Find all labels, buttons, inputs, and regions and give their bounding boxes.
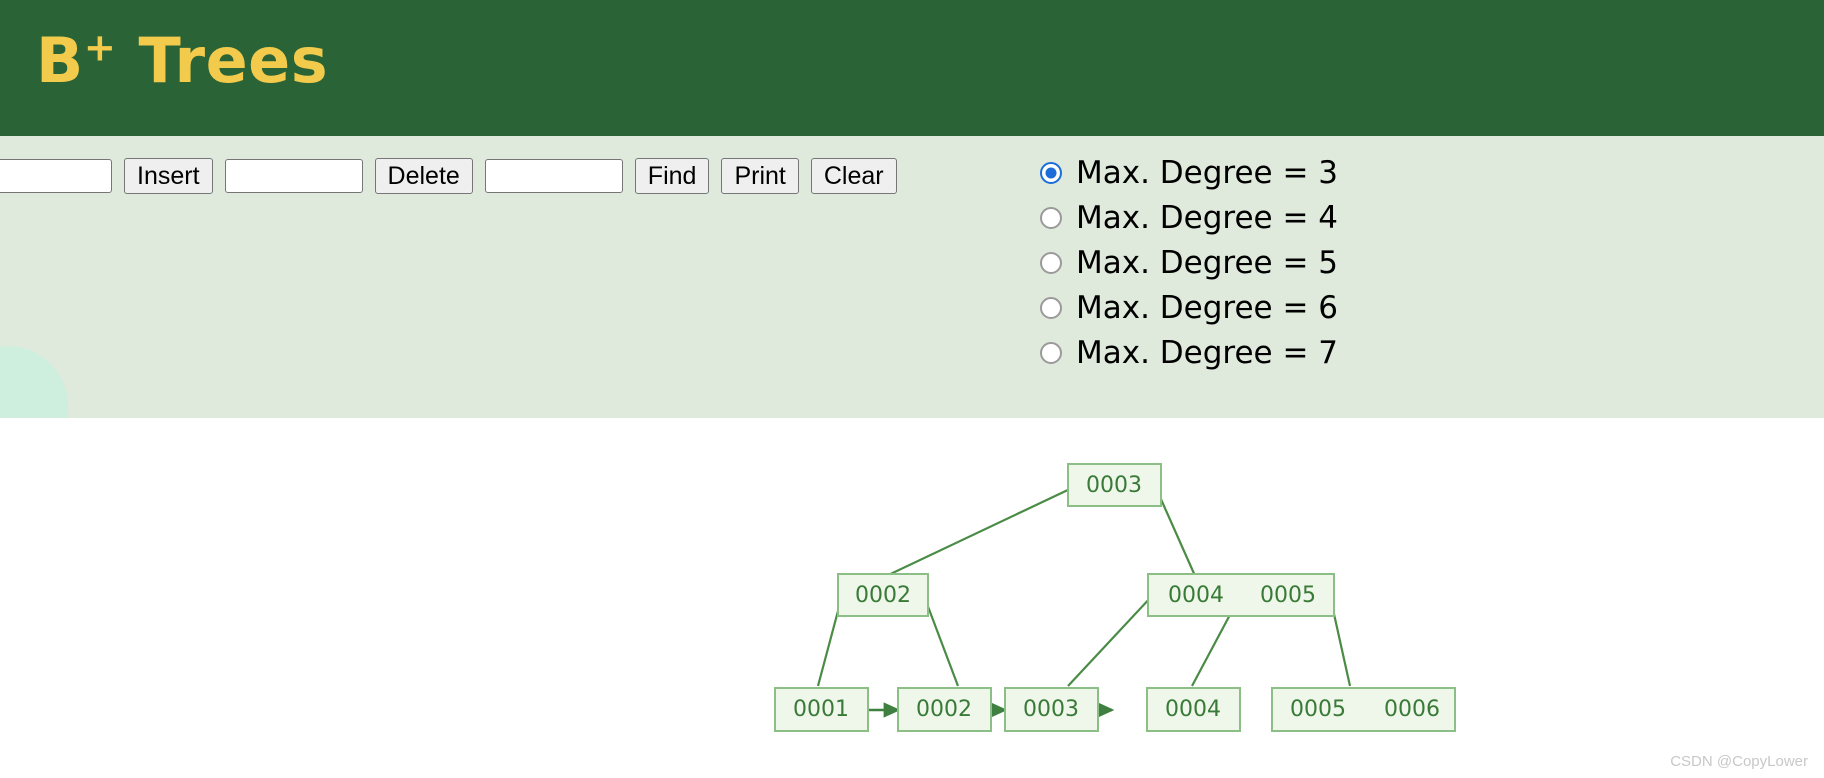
radio-label: Max. Degree = 4 [1076,200,1338,236]
tree-node-internal-left[interactable]: 0002 [838,574,928,616]
tree-leaf-0003[interactable]: 0003 [1005,688,1098,731]
page-header: B+ Trees [0,0,1824,136]
node-key: 0006 [1384,697,1440,722]
clear-button[interactable]: Clear [811,158,897,194]
node-key: 0005 [1260,583,1316,608]
radio-label: Max. Degree = 6 [1076,290,1338,326]
node-key: 0002 [855,583,911,608]
radio-option-degree-4[interactable]: Max. Degree = 4 [1040,195,1338,240]
find-button[interactable]: Find [635,158,710,194]
radio-icon[interactable] [1040,297,1062,319]
controls-row: Insert Delete Find Print Clear [0,158,897,194]
radio-option-degree-5[interactable]: Max. Degree = 5 [1040,240,1338,285]
radio-label: Max. Degree = 5 [1076,245,1338,281]
node-key: 0005 [1290,697,1346,722]
tree-canvas[interactable]: 0003 0002 0004 0005 0001 0002 [0,418,1824,778]
radio-label: Max. Degree = 7 [1076,335,1338,371]
node-key: 0004 [1168,583,1224,608]
tree-leaf-0001[interactable]: 0001 [775,688,868,731]
find-input[interactable] [485,159,623,193]
insert-button[interactable]: Insert [124,158,213,194]
radio-option-degree-3[interactable]: Max. Degree = 3 [1040,150,1338,195]
tree-leaf-0005-0006[interactable]: 0005 0006 [1272,688,1455,731]
radio-icon[interactable] [1040,162,1062,184]
toolbar: Insert Delete Find Print Clear Max. Degr… [0,136,1824,418]
radio-label: Max. Degree = 3 [1076,155,1338,191]
node-key: 0003 [1086,473,1142,498]
tree-leaf-0002[interactable]: 0002 [898,688,991,731]
node-key: 0002 [916,697,972,722]
radio-icon[interactable] [1040,252,1062,274]
node-key: 0001 [793,697,849,722]
page-title-superscript: + [84,25,117,70]
delete-button[interactable]: Delete [375,158,473,194]
node-key: 0003 [1023,697,1079,722]
node-key: 0004 [1165,697,1221,722]
print-button[interactable]: Print [721,158,798,194]
page-title-rest: Trees [116,24,328,97]
page-title: B+ Trees [36,24,328,98]
tree-leaf-0004[interactable]: 0004 [1147,688,1240,731]
decorative-circle [0,346,68,418]
radio-option-degree-6[interactable]: Max. Degree = 6 [1040,285,1338,330]
tree-node-root[interactable]: 0003 [1068,464,1161,506]
watermark: CSDN @CopyLower [1670,753,1808,770]
tree-node-internal-right[interactable]: 0004 0005 [1148,574,1334,616]
insert-input[interactable] [0,159,112,193]
radio-icon[interactable] [1040,342,1062,364]
radio-icon[interactable] [1040,207,1062,229]
max-degree-radio-group: Max. Degree = 3 Max. Degree = 4 Max. Deg… [1040,150,1338,375]
delete-input[interactable] [225,159,363,193]
page-title-main: B [36,24,84,97]
radio-option-degree-7[interactable]: Max. Degree = 7 [1040,330,1338,375]
btree-diagram: 0003 0002 0004 0005 0001 0002 [0,418,1824,778]
